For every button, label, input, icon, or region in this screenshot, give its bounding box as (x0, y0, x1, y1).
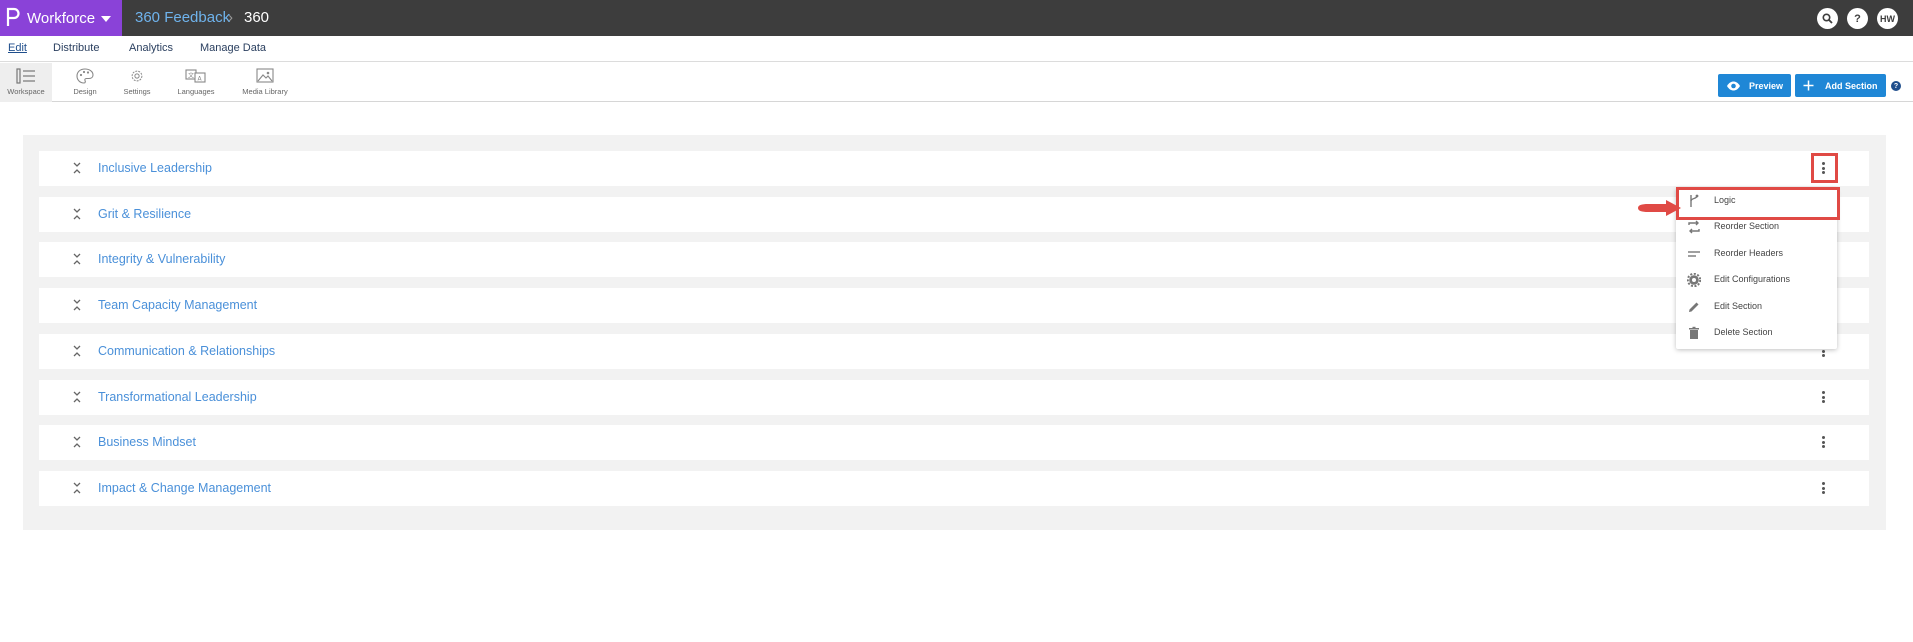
palette-icon (76, 68, 94, 84)
section-title[interactable]: Inclusive Leadership (98, 161, 212, 175)
top-bar: Workforce 360 Feedback › 360 ? HW (0, 0, 1913, 36)
tool-workspace[interactable]: Workspace (0, 63, 52, 102)
section-row[interactable]: Inclusive Leadership (39, 151, 1869, 186)
section-row[interactable]: Transformational Leadership (39, 380, 1869, 415)
tool-label: Settings (123, 87, 151, 96)
section-row[interactable]: Business Mindset (39, 425, 1869, 460)
breadcrumb-project[interactable]: 360 Feedback (135, 9, 230, 26)
collapse-icon[interactable] (72, 161, 82, 175)
search-button[interactable] (1817, 8, 1838, 29)
gear-icon (131, 70, 143, 82)
preview-label: Preview (1749, 80, 1784, 91)
help-button[interactable]: ? (1847, 8, 1868, 29)
collapse-icon[interactable] (72, 298, 82, 312)
tool-label: Design (73, 87, 97, 96)
collapse-icon[interactable] (72, 252, 82, 266)
help-icon[interactable]: ? (1891, 81, 1901, 91)
highlight-box (1811, 153, 1838, 183)
section-row[interactable]: Communication & Relationships (39, 334, 1869, 369)
menu-item-label: Edit Section (1714, 301, 1763, 311)
translate-icon: 文 A (185, 69, 206, 83)
section-title[interactable]: Grit & Resilience (98, 207, 191, 221)
trash-icon (1689, 326, 1699, 339)
plus-icon (1803, 80, 1814, 91)
tool-label: Media Library (242, 87, 288, 96)
section-row[interactable]: Impact & Change Management (39, 471, 1869, 506)
eye-icon (1727, 81, 1740, 90)
search-icon (1822, 13, 1833, 24)
section-title[interactable]: Integrity & Vulnerability (98, 252, 225, 266)
section-row[interactable]: Integrity & Vulnerability (39, 242, 1869, 277)
tool-media-library[interactable]: Media Library (238, 63, 292, 102)
gear-icon (1687, 273, 1701, 287)
collapse-icon[interactable] (72, 344, 82, 358)
pointer-arrow-icon (1638, 200, 1681, 216)
tool-label: Languages (177, 87, 215, 96)
editor-toolbar: Workspace Design Settings 文 A Languages … (0, 63, 1913, 102)
svg-text:文: 文 (188, 72, 194, 80)
menu-item-label: Delete Section (1714, 327, 1773, 337)
pencil-icon (1689, 302, 1699, 312)
tool-design[interactable]: Design (68, 63, 102, 102)
tab-edit[interactable]: Edit (8, 42, 27, 54)
section-title[interactable]: Impact & Change Management (98, 481, 271, 495)
add-section-label: Add Section (1825, 80, 1878, 91)
workspace-icon (16, 68, 35, 84)
section-title[interactable]: Business Mindset (98, 435, 196, 449)
reorder-icon (1688, 220, 1700, 234)
tab-distribute[interactable]: Distribute (53, 42, 99, 54)
highlight-box (1676, 187, 1840, 220)
tab-analytics[interactable]: Analytics (129, 42, 173, 54)
more-options-icon[interactable] (1820, 480, 1826, 496)
collapse-icon[interactable] (72, 435, 82, 449)
more-options-icon[interactable] (1820, 389, 1826, 405)
lines-icon (1688, 251, 1700, 257)
menu-item-label: Reorder Headers (1714, 248, 1784, 258)
add-section-button[interactable]: Add Section (1795, 74, 1886, 97)
main-menu: Edit Distribute Analytics Manage Data (0, 36, 1913, 62)
preview-button[interactable]: Preview (1718, 74, 1791, 97)
menu-item-delete-section[interactable]: Delete Section (1676, 320, 1837, 346)
section-row[interactable]: Team Capacity Management (39, 288, 1869, 323)
product-switcher[interactable]: Workforce (0, 0, 122, 36)
menu-item-reorder-headers[interactable]: Reorder Headers (1676, 241, 1837, 267)
menu-item-edit-configurations[interactable]: Edit Configurations (1676, 267, 1837, 293)
avatar[interactable]: HW (1877, 8, 1898, 29)
image-icon (256, 68, 274, 83)
brand-logo-icon (6, 7, 20, 26)
breadcrumb-current: 360 (244, 9, 270, 26)
section-title[interactable]: Team Capacity Management (98, 298, 257, 312)
collapse-icon[interactable] (72, 207, 82, 221)
collapse-icon[interactable] (72, 481, 82, 495)
section-title[interactable]: Transformational Leadership (98, 390, 257, 404)
help-icon: ? (1854, 12, 1861, 25)
tool-label: Workspace (7, 87, 45, 96)
menu-item-label: Reorder Section (1714, 221, 1780, 231)
breadcrumb-separator: › (228, 9, 233, 26)
more-options-icon[interactable] (1820, 434, 1826, 450)
tool-languages[interactable]: 文 A Languages (174, 63, 218, 102)
section-title[interactable]: Communication & Relationships (98, 344, 275, 358)
product-name: Workforce (27, 10, 96, 27)
section-row[interactable]: Grit & Resilience (39, 197, 1869, 232)
menu-item-edit-section[interactable]: Edit Section (1676, 294, 1837, 320)
tab-manage-data[interactable]: Manage Data (200, 42, 266, 54)
tool-settings[interactable]: Settings (119, 63, 155, 102)
caret-down-icon (101, 16, 111, 22)
collapse-icon[interactable] (72, 390, 82, 404)
menu-item-label: Edit Configurations (1714, 274, 1791, 284)
avatar-initials: HW (1880, 13, 1895, 24)
